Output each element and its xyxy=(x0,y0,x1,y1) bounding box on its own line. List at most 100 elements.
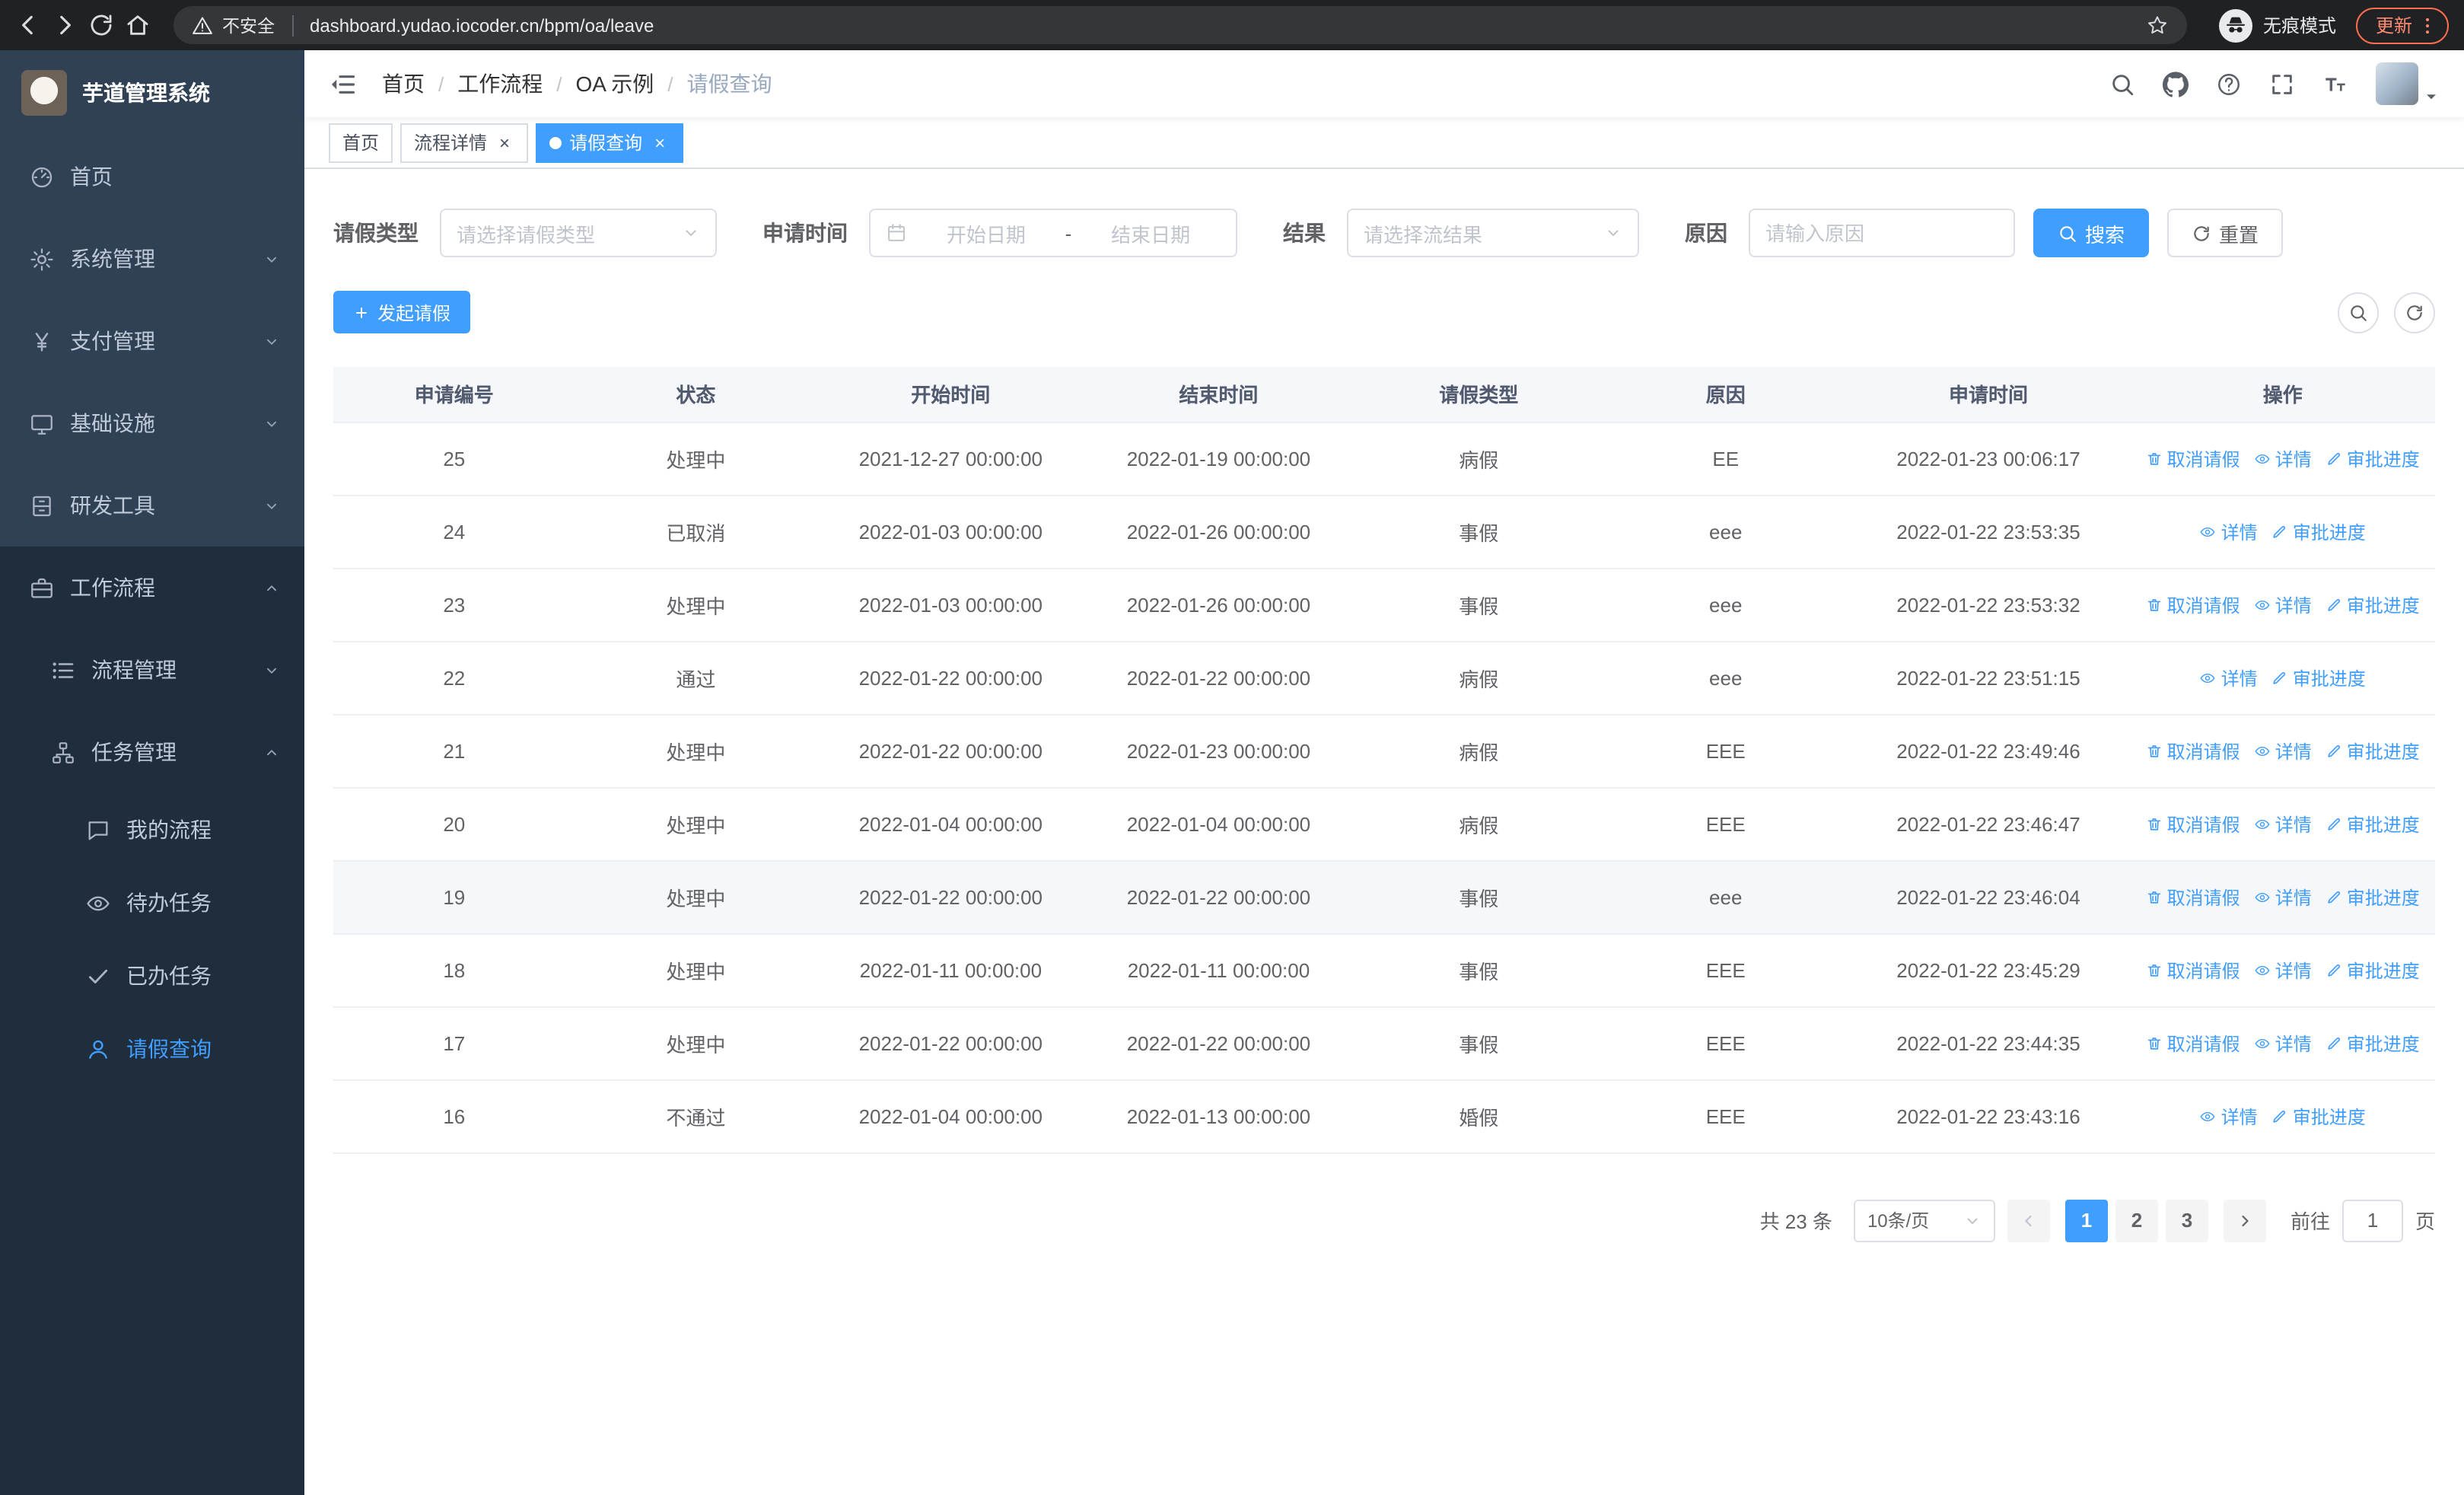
progress-link[interactable]: 审批进度 xyxy=(2271,1103,2366,1129)
cell-applied: 2022-01-22 23:51:15 xyxy=(1846,641,2131,715)
page-button-3[interactable]: 3 xyxy=(2165,1199,2208,1242)
cell-end: 2022-01-19 00:00:00 xyxy=(1084,422,1353,496)
back-icon[interactable] xyxy=(15,12,41,38)
cabinet-icon xyxy=(29,492,55,518)
reset-button[interactable]: 重置 xyxy=(2167,209,2284,257)
progress-link[interactable]: 审批进度 xyxy=(2326,445,2420,471)
refresh-button[interactable] xyxy=(2394,292,2435,333)
detail-link[interactable]: 详情 xyxy=(2254,1030,2312,1056)
tab-close-icon[interactable]: × xyxy=(650,132,670,152)
cell-id: 23 xyxy=(333,568,575,642)
page-list: 123 xyxy=(2064,1199,2208,1242)
sidebar-item-done-task[interactable]: 已办任务 xyxy=(0,939,304,1012)
reload-icon[interactable] xyxy=(88,12,114,38)
user-avatar[interactable] xyxy=(2376,62,2440,105)
font-size-icon[interactable] xyxy=(2322,71,2348,97)
end-date-placeholder[interactable]: 结束日期 xyxy=(1081,218,1221,247)
breadcrumb-item[interactable]: OA 示例 xyxy=(576,69,654,99)
tab-process-detail[interactable]: 流程详情 × xyxy=(400,123,529,162)
browser-menu-icon[interactable] xyxy=(2417,14,2438,36)
cell-end: 2022-01-26 00:00:00 xyxy=(1084,495,1353,569)
sidebar-item-process-mgmt[interactable]: 流程管理 xyxy=(0,629,304,711)
detail-link[interactable]: 详情 xyxy=(2254,591,2312,617)
detail-link[interactable]: 详情 xyxy=(2254,445,2312,471)
search-icon[interactable] xyxy=(2109,71,2135,97)
toggle-search-button[interactable] xyxy=(2338,292,2379,333)
detail-link[interactable]: 详情 xyxy=(2200,518,2258,544)
next-page-button[interactable] xyxy=(2223,1199,2266,1242)
leave-type-select[interactable]: 请选择请假类型 xyxy=(440,209,717,257)
eye-icon xyxy=(2254,961,2271,978)
cancel-link[interactable]: 取消请假 xyxy=(2146,445,2240,471)
detail-link[interactable]: 详情 xyxy=(2200,1103,2258,1129)
page-button-1[interactable]: 1 xyxy=(2064,1199,2108,1242)
url-text[interactable]: dashboard.yudao.iocoder.cn/bpm/oa/leave xyxy=(310,14,2137,36)
tab-close-icon[interactable]: × xyxy=(495,132,514,152)
app-logo-row[interactable]: 芋道管理系统 xyxy=(0,50,304,135)
breadcrumb-item[interactable]: 首页 xyxy=(382,69,425,99)
sidebar-item-infra[interactable]: 基础设施 xyxy=(0,382,304,464)
reason-input[interactable] xyxy=(1749,209,2015,257)
help-icon[interactable] xyxy=(2216,71,2242,97)
sidebar-item-my-process[interactable]: 我的流程 xyxy=(0,793,304,866)
browser-home-icon[interactable] xyxy=(125,12,151,38)
search-button[interactable]: 搜索 xyxy=(2033,209,2150,257)
op-label: 审批进度 xyxy=(2346,960,2420,981)
update-button[interactable]: 更新 xyxy=(2355,7,2449,43)
goto-page-input[interactable] xyxy=(2341,1199,2403,1242)
sidebar-item-leave-query[interactable]: 请假查询 xyxy=(0,1012,304,1085)
result-select[interactable]: 请选择流结果 xyxy=(1347,209,1639,257)
sidebar-item-task-mgmt[interactable]: 任务管理 xyxy=(0,711,304,793)
cell-end: 2022-01-13 00:00:00 xyxy=(1084,1079,1353,1153)
hamburger-icon[interactable] xyxy=(329,69,358,98)
cancel-link[interactable]: 取消请假 xyxy=(2146,957,2240,983)
github-icon[interactable] xyxy=(2163,71,2189,97)
page-button-2[interactable]: 2 xyxy=(2115,1199,2158,1242)
sidebar-item-payment[interactable]: 支付管理 xyxy=(0,300,304,382)
progress-link[interactable]: 审批进度 xyxy=(2326,884,2420,910)
bookmark-star-icon[interactable] xyxy=(2146,14,2169,37)
tab-home[interactable]: 首页 xyxy=(329,123,393,162)
detail-link[interactable]: 详情 xyxy=(2254,738,2312,763)
sidebar-item-system[interactable]: 系统管理 xyxy=(0,218,304,300)
cancel-link[interactable]: 取消请假 xyxy=(2146,884,2240,910)
progress-link[interactable]: 审批进度 xyxy=(2326,957,2420,983)
page-size-select[interactable]: 10条/页 xyxy=(1853,1199,1995,1242)
forward-icon[interactable] xyxy=(52,12,78,38)
cancel-link[interactable]: 取消请假 xyxy=(2146,591,2240,617)
fullscreen-icon[interactable] xyxy=(2269,71,2295,97)
security-warning-label[interactable]: 不安全 xyxy=(222,13,275,37)
progress-link[interactable]: 审批进度 xyxy=(2271,665,2366,690)
sidebar-item-devtools[interactable]: 研发工具 xyxy=(0,464,304,547)
sidebar-item-workflow[interactable]: 工作流程 xyxy=(0,547,304,629)
progress-link[interactable]: 审批进度 xyxy=(2326,591,2420,617)
progress-link[interactable]: 审批进度 xyxy=(2326,811,2420,837)
navbar-actions xyxy=(2109,62,2440,105)
cancel-link[interactable]: 取消请假 xyxy=(2146,1030,2240,1056)
prev-page-button[interactable] xyxy=(2007,1199,2050,1242)
detail-link[interactable]: 详情 xyxy=(2200,665,2258,690)
op-label: 取消请假 xyxy=(2166,814,2240,835)
security-warning-icon[interactable] xyxy=(192,14,213,36)
progress-link[interactable]: 审批进度 xyxy=(2326,1030,2420,1056)
progress-link[interactable]: 审批进度 xyxy=(2326,738,2420,763)
apply-time-range-picker[interactable]: 开始日期 - 结束日期 xyxy=(869,209,1237,257)
detail-link[interactable]: 详情 xyxy=(2254,811,2312,837)
progress-link[interactable]: 审批进度 xyxy=(2271,518,2366,544)
op-label: 详情 xyxy=(2220,521,2258,543)
start-date-placeholder[interactable]: 开始日期 xyxy=(916,218,1056,247)
address-bar[interactable]: 不安全 dashboard.yudao.iocoder.cn/bpm/oa/le… xyxy=(173,6,2187,44)
create-leave-button[interactable]: 发起请假 xyxy=(333,291,471,333)
tab-leave-query[interactable]: 请假查询 × xyxy=(536,123,684,162)
sidebar-item-label: 工作流程 xyxy=(70,575,155,600)
cancel-link[interactable]: 取消请假 xyxy=(2146,738,2240,763)
cancel-link[interactable]: 取消请假 xyxy=(2146,811,2240,837)
cell-end: 2022-01-22 00:00:00 xyxy=(1084,860,1353,934)
breadcrumb-item[interactable]: 工作流程 xyxy=(457,69,543,99)
detail-link[interactable]: 详情 xyxy=(2254,957,2312,983)
detail-link[interactable]: 详情 xyxy=(2254,884,2312,910)
eye-icon xyxy=(2254,742,2271,759)
sidebar-item-todo-task[interactable]: 待办任务 xyxy=(0,866,304,939)
cell-end: 2022-01-26 00:00:00 xyxy=(1084,568,1353,642)
sidebar-item-home[interactable]: 首页 xyxy=(0,135,304,218)
